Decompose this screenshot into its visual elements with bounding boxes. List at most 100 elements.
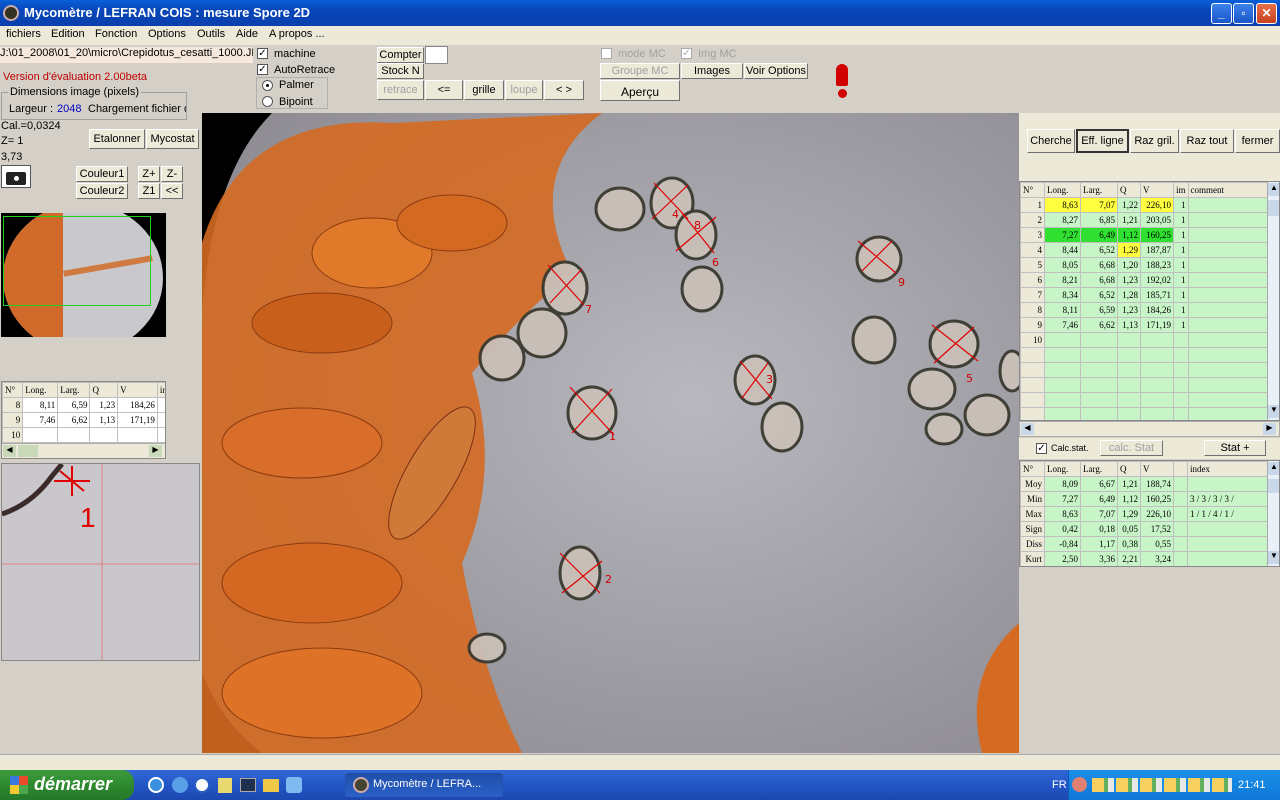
table-row[interactable]: Diss -0,84 1,17 0,38 0,55 <box>1020 536 1268 552</box>
autoretrace-checkbox[interactable]: ✓ <box>257 64 268 75</box>
apercu-button[interactable]: Aperçu <box>600 80 680 101</box>
img-mc-checkbox[interactable]: ✓ <box>681 48 692 59</box>
table-row-empty[interactable] <box>1020 362 1269 378</box>
tray-expand-icon[interactable] <box>1072 777 1087 792</box>
raz-tout-button[interactable]: Raz tout <box>1180 129 1234 153</box>
info-icon[interactable] <box>194 777 210 793</box>
table-row[interactable]: 6 8,21 6,68 1,23 192,02 1 <box>1020 272 1269 288</box>
previous-button[interactable]: <= <box>425 80 463 100</box>
table-row[interactable]: 2 8,27 6,85 1,21 203,05 1 <box>1020 212 1269 228</box>
table-row[interactable]: 8 8,11 6,59 1,23 184,26 <box>2 397 165 413</box>
voir-options-button[interactable]: Voir Options <box>744 63 808 79</box>
zoom-reset-button[interactable]: Z1 <box>138 183 160 199</box>
table-row[interactable]: Kurt 2,50 3,36 2,21 3,24 <box>1020 551 1268 566</box>
images-button[interactable]: Images <box>681 63 743 79</box>
calc-stat-checkbox[interactable]: ✓ <box>1036 443 1047 454</box>
stats-scroll-up-icon[interactable]: ▲ <box>1268 462 1279 475</box>
table-row[interactable]: 9 7,46 6,62 1,13 171,19 1 <box>1020 317 1269 333</box>
menu-outils[interactable]: Outils <box>197 28 225 40</box>
couleur2-button[interactable]: Couleur2 <box>76 183 128 199</box>
table-row[interactable]: 8 8,11 6,59 1,23 184,26 1 <box>1020 302 1269 318</box>
monitor-icon[interactable] <box>240 778 256 792</box>
table-row[interactable]: 9 7,46 6,62 1,13 171,19 <box>2 412 165 428</box>
machine-checkbox[interactable]: ✓ <box>257 48 268 59</box>
maximize-button[interactable]: ▫ <box>1233 3 1254 24</box>
folder-icon[interactable] <box>263 779 279 792</box>
scroll-thumb[interactable] <box>1268 200 1279 216</box>
language-indicator[interactable]: FR <box>1052 779 1067 791</box>
close-button[interactable]: ✕ <box>1256 3 1277 24</box>
table-row-empty[interactable] <box>1020 407 1269 420</box>
table-row-empty[interactable] <box>1020 377 1269 393</box>
zoom-in-button[interactable]: Z+ <box>138 166 160 182</box>
table-row[interactable]: Moy 8,09 6,67 1,21 188,74 <box>1020 476 1268 492</box>
etalonner-button[interactable]: Etalonner <box>89 129 145 149</box>
hscroll-right-icon[interactable]: ▶ <box>1263 423 1276 435</box>
groupe-mc-button[interactable]: Groupe MC <box>600 63 680 79</box>
menu-fichiers[interactable]: fichiers <box>6 28 41 40</box>
alert-icon[interactable] <box>832 62 852 102</box>
zoom-out-button[interactable]: Z- <box>161 166 183 182</box>
measure-hscrollbar[interactable]: ◀ ▶ <box>1019 421 1280 437</box>
table-row[interactable]: Min 7,27 6,49 1,12 160,25 3 / 3 / 3 / 3 / <box>1020 491 1268 507</box>
minimize-button[interactable]: _ <box>1211 3 1232 24</box>
compter-button[interactable]: Compter <box>377 47 424 63</box>
stats-vscrollbar[interactable]: ▲ ▼ <box>1267 461 1279 566</box>
horizontal-scrollbar[interactable]: ◀ ▶ <box>2 443 165 458</box>
stock-button[interactable]: Stock N <box>377 63 424 79</box>
back-button[interactable]: << <box>161 183 183 199</box>
nav-button[interactable]: < > <box>544 80 584 100</box>
camera-icon[interactable] <box>1 165 31 188</box>
stats-scroll-down-icon[interactable]: ▼ <box>1268 551 1279 564</box>
eff-ligne-button[interactable]: Eff. ligne <box>1076 129 1129 153</box>
retrace-button[interactable]: retrace <box>377 80 424 100</box>
table-row[interactable]: 7 8,34 6,52 1,28 185,71 1 <box>1020 287 1269 303</box>
network-icon[interactable] <box>172 777 188 793</box>
scroll-up-icon[interactable]: ▲ <box>1268 183 1279 196</box>
fermer-button[interactable]: fermer <box>1235 129 1280 153</box>
menu-options[interactable]: Options <box>148 28 186 40</box>
ie-icon[interactable] <box>148 777 164 793</box>
palmer-radio[interactable] <box>262 80 273 91</box>
document-icon[interactable] <box>218 778 232 793</box>
table-row[interactable]: 10 <box>2 427 165 443</box>
bipoint-radio[interactable] <box>262 96 273 107</box>
menu-fonction[interactable]: Fonction <box>95 28 137 40</box>
raz-gril-button[interactable]: Raz gril. <box>1130 129 1179 153</box>
scroll-right-icon[interactable]: ▶ <box>149 445 162 457</box>
hscroll-left-icon[interactable]: ◀ <box>1021 423 1034 435</box>
scroll-thumb[interactable] <box>18 445 38 457</box>
loupe-view[interactable]: 1 <box>1 463 200 661</box>
microscope-image[interactable]: 1 2 3 4 5 6 7 8 9 <box>202 113 1019 753</box>
mode-mc-checkbox[interactable] <box>601 48 612 59</box>
scroll-left-icon[interactable]: ◀ <box>3 445 16 457</box>
table-row-empty[interactable] <box>1020 392 1269 408</box>
menu-apropos[interactable]: A propos ... <box>269 28 325 40</box>
mycostat-button[interactable]: Mycostat <box>146 129 199 149</box>
table-row[interactable]: 5 8,05 6,68 1,20 188,23 1 <box>1020 257 1269 273</box>
table-row-empty[interactable] <box>1020 347 1269 363</box>
menu-aide[interactable]: Aide <box>236 28 258 40</box>
table-row[interactable]: 4 8,44 6,52 1,29 187,87 1 <box>1020 242 1269 258</box>
viewport-rectangle[interactable] <box>3 216 151 306</box>
menu-edition[interactable]: Edition <box>51 28 85 40</box>
couleur1-button[interactable]: Couleur1 <box>76 166 128 182</box>
scroll-down-icon[interactable]: ▼ <box>1268 405 1279 418</box>
table-cell: 1 / 1 / 4 / 1 / <box>1187 506 1268 522</box>
stats-scroll-thumb[interactable] <box>1268 479 1279 493</box>
table-row[interactable]: 10 <box>1020 332 1269 348</box>
count-field[interactable] <box>425 46 448 64</box>
cherche-button[interactable]: Cherche <box>1027 129 1075 153</box>
thumbnail-view[interactable] <box>1 213 166 337</box>
stat-plus-button[interactable]: Stat + <box>1204 440 1266 456</box>
app-shortcut-icon[interactable] <box>286 777 302 793</box>
table-row[interactable]: Sign 0,42 0,18 0,05 17,52 <box>1020 521 1268 537</box>
table-row[interactable]: 1 8,63 7,07 1,22 226,10 1 <box>1020 197 1269 213</box>
calc-stat-button[interactable]: calc. Stat <box>1100 440 1163 456</box>
table-row[interactable]: 3 7,27 6,49 1,12 160,25 1 <box>1020 227 1269 243</box>
grille-button[interactable]: grille <box>464 80 504 100</box>
table-row[interactable]: Max 8,63 7,07 1,29 226,10 1 / 1 / 4 / 1 / <box>1020 506 1268 522</box>
measure-vscrollbar[interactable]: ▲ ▼ <box>1267 182 1279 420</box>
loupe-button[interactable]: loupe <box>505 80 543 100</box>
tray-icons[interactable] <box>1092 778 1232 792</box>
